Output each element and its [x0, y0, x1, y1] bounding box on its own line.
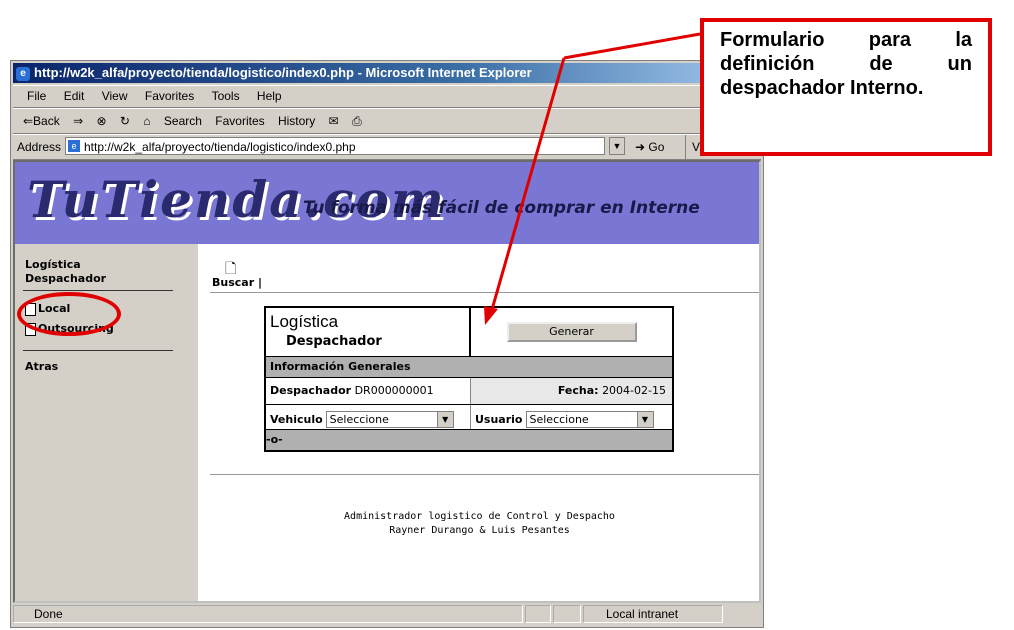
dispatcher-label: Despachador [270, 384, 352, 397]
page-content: TuTienda.com TuTienda.com Tu forma más f… [13, 160, 761, 603]
stop-icon[interactable]: ⊗ [96, 114, 106, 128]
credits-line2: Rayner Durango & Luis Pesantes [389, 525, 570, 536]
menu-tools[interactable]: Tools [212, 89, 240, 103]
menu-help[interactable]: Help [257, 89, 282, 103]
sidebar-divider [23, 350, 173, 351]
address-input[interactable]: e http://w2k_alfa/proyecto/tienda/logist… [65, 137, 605, 155]
dispatcher-form: Logística Despachador Generar Informació… [264, 306, 674, 452]
section-header: Información Generales [266, 357, 672, 378]
menu-bar: File Edit View Favorites Tools Help [13, 85, 761, 108]
status-done-label: Done [34, 607, 63, 621]
status-text: Done [13, 605, 523, 623]
credits-line1: Administrador logistico de Control y Des… [344, 511, 615, 522]
page-icon: e [68, 140, 80, 152]
security-zone-label: Local intranet [606, 607, 679, 621]
date-value: 2004-02-15 [602, 384, 666, 397]
menu-favorites[interactable]: Favorites [145, 89, 194, 103]
search-button[interactable]: Search [164, 114, 202, 128]
selects-row: Vehiculo Seleccione ▼ Usuario Seleccione ▼ [266, 405, 672, 430]
refresh-icon[interactable]: ↻ [120, 114, 130, 128]
vehicle-cell: Vehiculo Seleccione ▼ [266, 405, 471, 429]
date-label: Fecha: [557, 384, 599, 397]
home-icon[interactable]: ⌂ [143, 114, 150, 128]
user-select[interactable]: Seleccione ▼ [525, 410, 654, 428]
main-divider [210, 474, 759, 475]
credits: Administrador logistico de Control y Des… [198, 510, 759, 538]
chevron-down-icon[interactable]: ▼ [436, 411, 453, 427]
window-title: http://w2k_alfa/proyecto/tienda/logistic… [34, 65, 532, 80]
dispatcher-row: Despachador DR000000001 Fecha: 2004-02-1… [266, 378, 672, 405]
date-cell: Fecha: 2004-02-15 [471, 378, 672, 404]
annotation-callout: Formulario para la definición de un desp… [700, 18, 992, 156]
dispatcher-cell: Despachador DR000000001 [266, 378, 471, 404]
sidebar-divider [23, 290, 173, 291]
security-zone: Local intranet [583, 605, 723, 623]
buscar-link[interactable]: Buscar | [212, 276, 262, 289]
arrow-line [563, 32, 701, 60]
ie-icon: e [16, 66, 30, 81]
sidebar-title: Logística Despachador [25, 258, 106, 286]
form-title-line1: Logística [270, 312, 339, 331]
address-url: http://w2k_alfa/proyecto/tienda/logistic… [84, 140, 356, 154]
history-button[interactable]: History [278, 114, 315, 128]
dispatcher-value: DR000000001 [354, 384, 434, 397]
title-bar: e http://w2k_alfa/proyecto/tienda/logisti… [13, 63, 761, 83]
menu-edit[interactable]: Edit [64, 89, 85, 103]
vehicle-select[interactable]: Seleccione ▼ [325, 410, 454, 428]
print-icon[interactable]: ⎙ [352, 114, 362, 128]
status-segment [525, 605, 551, 623]
form-title-line2: Despachador [286, 334, 382, 349]
sidebar-title-line2: Despachador [25, 272, 107, 285]
generate-button[interactable]: Generar [506, 322, 637, 342]
user-label: Usuario [475, 412, 523, 426]
buscar-label: Buscar [212, 276, 255, 289]
address-dropdown-icon[interactable]: ▼ [609, 137, 625, 155]
browser-window: e http://w2k_alfa/proyecto/tienda/logisti… [10, 60, 764, 628]
chevron-down-icon[interactable]: ▼ [636, 411, 653, 427]
go-label: Go [648, 140, 665, 154]
favorites-button[interactable]: Favorites [215, 114, 264, 128]
forward-icon[interactable]: ⇒ [73, 114, 83, 128]
address-label: Address [17, 140, 62, 154]
form-footer: -o- [266, 430, 672, 450]
form-header-row: Logística Despachador Generar [266, 308, 672, 357]
sidebar-item-atras[interactable]: Atras [25, 360, 58, 373]
main-divider [210, 292, 759, 293]
annotation-circle [17, 292, 121, 336]
menu-file[interactable]: File [27, 89, 46, 103]
vehicle-label: Vehiculo [270, 412, 323, 426]
form-header-actions: Generar [471, 308, 672, 356]
site-banner: TuTienda.com TuTienda.com Tu forma más f… [15, 162, 759, 244]
menu-view[interactable]: View [102, 89, 128, 103]
status-segment [553, 605, 581, 623]
user-cell: Usuario Seleccione ▼ [471, 405, 672, 429]
form-title: Logística Despachador [266, 308, 471, 356]
back-button[interactable]: ⇐Back [23, 114, 60, 128]
status-bar: Done Local intranet [13, 605, 761, 625]
mail-icon[interactable]: ✉ [329, 114, 339, 128]
toolbar: ⇐Back ⇒ ⊗ ↻ ⌂ Search Favorites History ✉… [13, 108, 761, 134]
address-bar: Address e http://w2k_alfa/proyecto/tiend… [13, 134, 761, 160]
main-panel: 🗋 Buscar | Logística Despachador Generar… [198, 244, 759, 601]
go-button[interactable]: ➜ Go [635, 135, 664, 159]
buscar-separator: | [257, 276, 263, 289]
sidebar-title-line1: Logística [25, 258, 81, 271]
vehicle-select-value: Seleccione [329, 412, 389, 426]
user-select-value: Seleccione [529, 412, 589, 426]
site-slogan: Tu forma más fácil de comprar en Interne [303, 198, 700, 218]
